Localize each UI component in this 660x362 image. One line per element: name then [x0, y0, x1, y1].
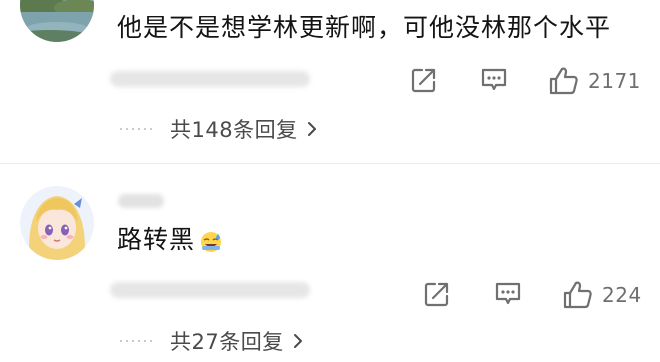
comment-text: 路转黑: [117, 220, 223, 256]
thumbs-up-icon: [563, 281, 592, 309]
dotted-line-decoration: [118, 340, 156, 342]
share-button[interactable]: [410, 66, 438, 94]
chevron-right-icon: [307, 122, 316, 136]
like-count: 224: [602, 283, 642, 307]
replies-label: 共27条回复: [170, 330, 284, 354]
comment-button[interactable]: [479, 66, 509, 94]
dotted-line-decoration: [118, 128, 156, 130]
anime-girl-avatar-image: [20, 186, 94, 260]
share-icon: [424, 282, 449, 307]
comment-item: 他是不是想学林更新啊，可他没林那个水平 2171 共148条回复: [0, 0, 660, 160]
like-count: 2171: [588, 69, 641, 93]
view-replies-link[interactable]: 共148条回复: [118, 114, 318, 144]
landscape-lake-avatar-image: [20, 0, 94, 42]
like-button[interactable]: 224: [562, 280, 642, 310]
share-button[interactable]: [423, 280, 451, 308]
user-avatar[interactable]: [20, 0, 94, 42]
user-avatar[interactable]: [20, 186, 94, 260]
view-replies-link[interactable]: 共27条回复: [118, 326, 304, 356]
comment-text-content: 路转黑: [117, 225, 196, 254]
replies-label: 共148条回复: [170, 118, 298, 142]
thumbs-up-icon: [549, 67, 578, 95]
comment-meta-blurred: [110, 282, 310, 298]
comment-divider: [0, 163, 660, 164]
comment-icon: [481, 68, 507, 91]
comment-text: 他是不是想学林更新啊，可他没林那个水平: [117, 13, 612, 42]
comment-meta-blurred: [110, 71, 310, 87]
comment-button[interactable]: [493, 280, 523, 308]
chevron-right-icon: [293, 334, 302, 348]
sweat-smile-emoji: [201, 232, 222, 252]
comment-icon: [495, 282, 521, 305]
like-button[interactable]: 2171: [548, 66, 641, 96]
comment-item: 路转黑 224 共27条回复: [0, 168, 660, 362]
share-icon: [411, 68, 436, 93]
username-blurred[interactable]: [118, 194, 164, 208]
